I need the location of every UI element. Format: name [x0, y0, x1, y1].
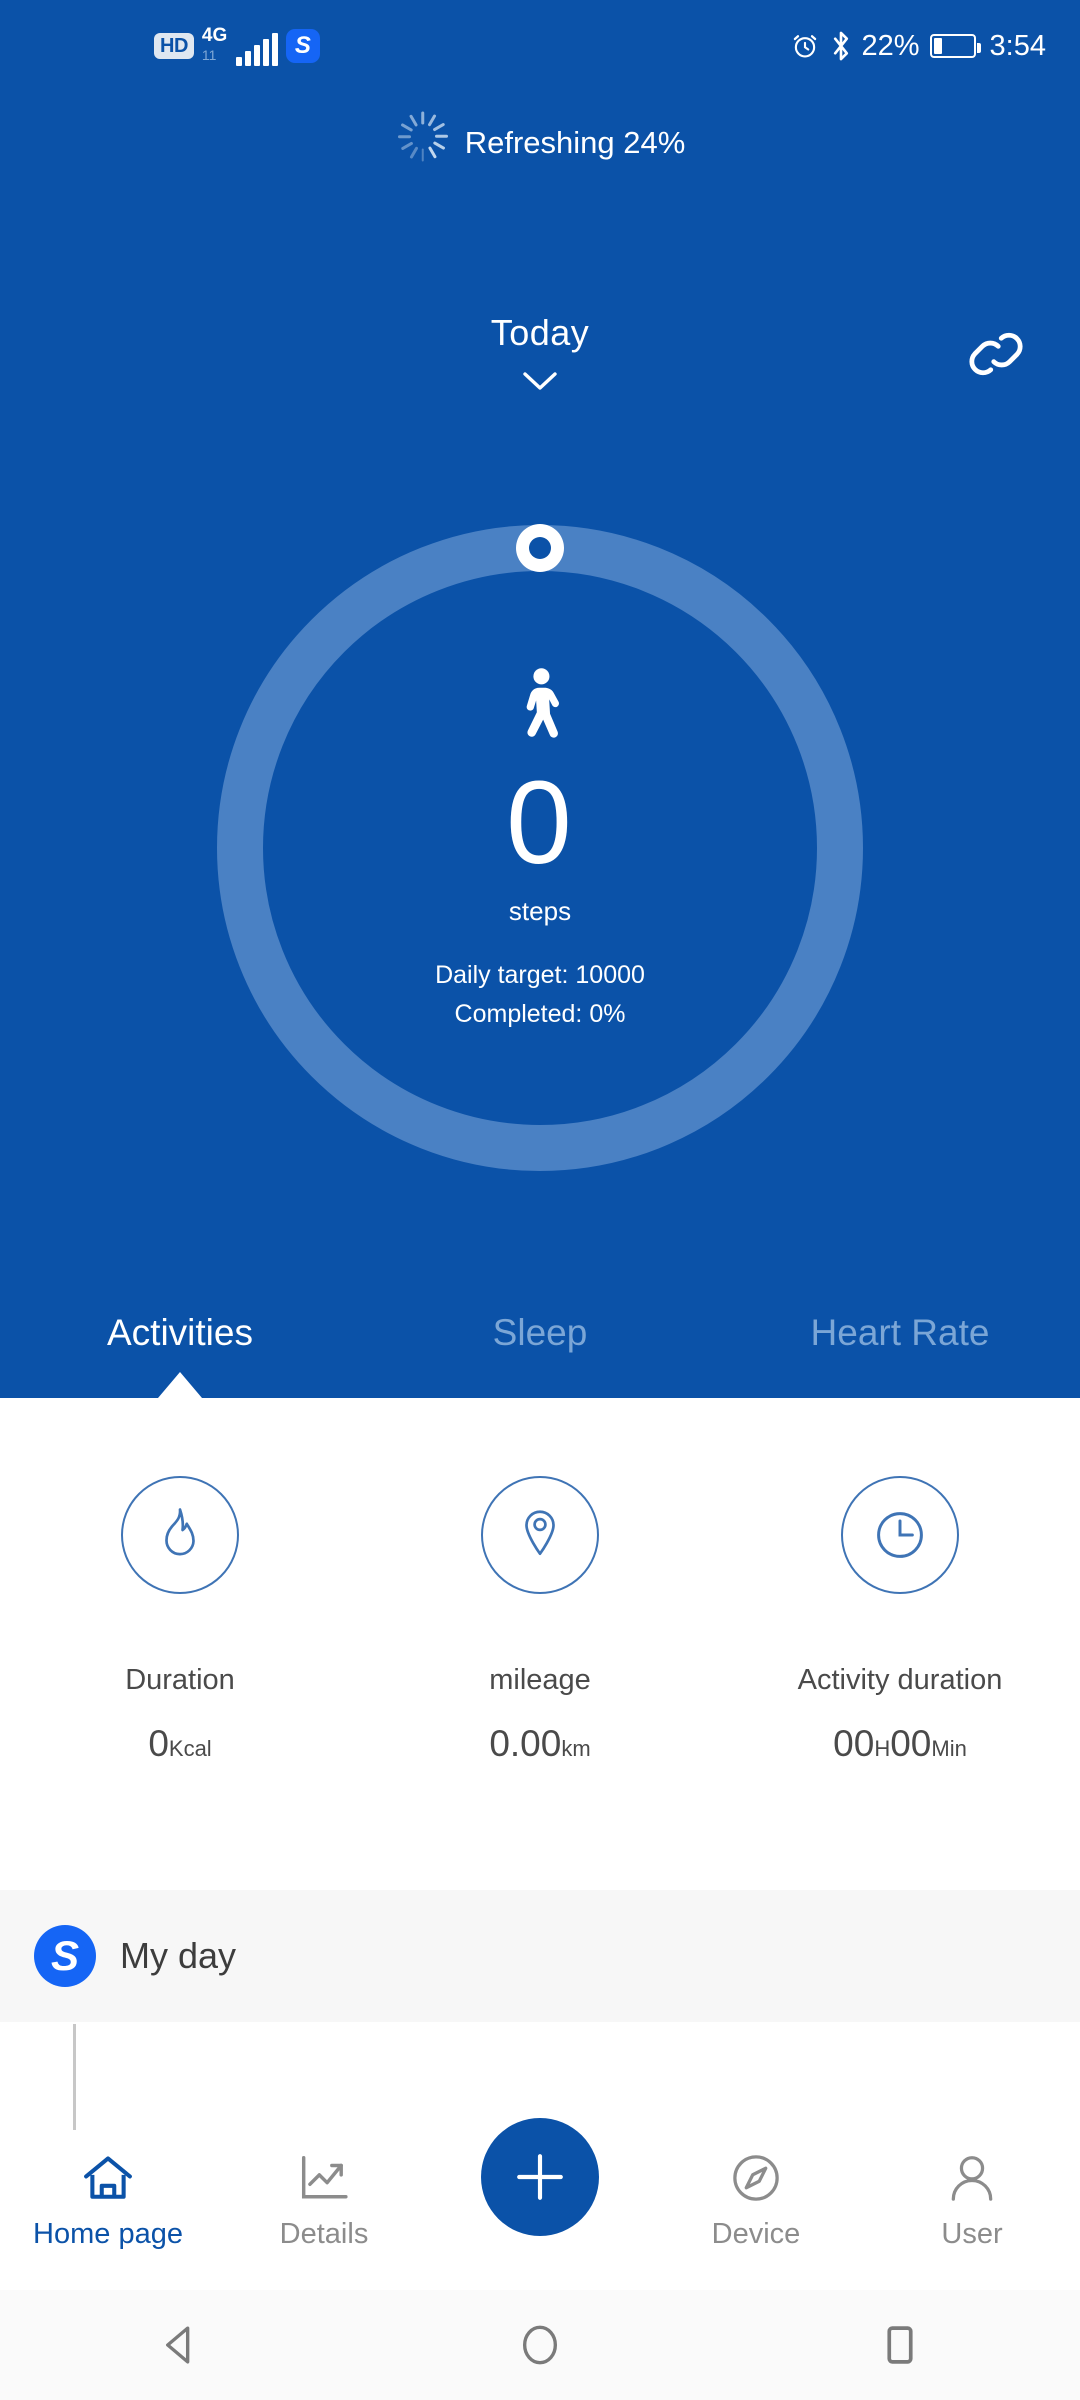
battery-percent-label: 22%	[861, 29, 920, 62]
home-circle-icon[interactable]	[480, 2290, 600, 2400]
nav-item-user-label: User	[941, 2218, 1003, 2250]
stat-mileage-label: mileage	[489, 1664, 591, 1696]
tab-heart-rate-label: Heart Rate	[810, 1312, 990, 1353]
my-day-label: My day	[120, 1935, 237, 1976]
battery-icon	[929, 34, 981, 58]
tab-activities[interactable]: Activities	[0, 1312, 360, 1398]
tab-sleep-label: Sleep	[492, 1312, 588, 1353]
daily-target-label: Daily target: 10000	[435, 960, 645, 989]
hero-panel: HD 4G 11 S 22% 3:54 Refreshing 24% Today…	[0, 0, 1080, 1398]
stat-minutes-unit: Min	[931, 1736, 967, 1761]
signal-icon: 4G 11	[202, 26, 278, 66]
refresh-label: Refreshing 24%	[464, 125, 686, 160]
nav-item-details-label: Details	[279, 2218, 369, 2250]
stat-mileage[interactable]: mileage 0.00km	[360, 1398, 720, 1878]
clock-label: 3:54	[989, 29, 1046, 62]
stat-calories-number: 0	[148, 1723, 169, 1764]
stat-calories-value: 0Kcal	[148, 1723, 211, 1765]
nav-item-device-label: Device	[711, 2218, 801, 2250]
chart-line-icon	[295, 2152, 353, 2204]
stat-hours-number: 00	[833, 1723, 875, 1764]
stat-mileage-unit: km	[561, 1736, 591, 1761]
network-type-label: 4G	[201, 25, 228, 46]
loading-spinner-icon	[395, 111, 451, 171]
location-pin-icon-circle	[481, 1476, 599, 1594]
stat-mileage-value: 0.00km	[489, 1723, 590, 1765]
tab-activities-label: Activities	[107, 1312, 253, 1353]
android-system-nav	[0, 2290, 1080, 2400]
stat-activity-duration-value: 00H00Min	[833, 1723, 967, 1765]
my-day-row[interactable]: S My day	[0, 1890, 1080, 2022]
bluetooth-icon	[833, 31, 848, 61]
phone-screen: HD 4G 11 S 22% 3:54 Refreshing 24% Today…	[0, 0, 1080, 2400]
add-button[interactable]	[481, 2118, 599, 2236]
clock-icon	[877, 1512, 923, 1558]
location-pin-icon	[525, 1510, 555, 1556]
stat-minutes-number: 00	[890, 1723, 932, 1764]
clock-icon-circle	[841, 1476, 959, 1594]
app-logo-icon: S	[34, 1925, 96, 1987]
step-summary: 0 steps Daily target: 10000 Completed: 0…	[0, 498, 1080, 1198]
status-bar-right: 22% 3:54	[790, 0, 1046, 92]
stat-hours-unit: H	[874, 1736, 891, 1761]
bottom-navigation: Home page Details Device User	[0, 2118, 1080, 2290]
home-icon	[79, 2152, 137, 2204]
step-progress-ring[interactable]: 0 steps Daily target: 10000 Completed: 0…	[0, 498, 1080, 1198]
nav-item-details[interactable]: Details	[216, 2130, 432, 2251]
status-bar: HD 4G 11 S 22% 3:54	[0, 0, 1080, 92]
flame-icon	[165, 1508, 195, 1556]
status-bar-left: HD 4G 11 S	[154, 0, 320, 92]
timeline-divider	[73, 2024, 76, 2130]
refresh-status: Refreshing 24%	[0, 108, 1080, 178]
tab-active-indicator	[158, 1372, 202, 1398]
stat-calories[interactable]: Duration 0Kcal	[0, 1398, 360, 1878]
stat-activity-duration-label: Activity duration	[797, 1664, 1003, 1696]
chevron-down-icon[interactable]	[523, 372, 557, 390]
date-label: Today	[490, 312, 590, 353]
metric-tabs: Activities Sleep Heart Rate	[0, 1268, 1080, 1398]
chain-link-icon[interactable]	[960, 318, 1032, 390]
person-icon	[943, 2152, 1001, 2204]
back-triangle-icon[interactable]	[120, 2290, 240, 2400]
date-selector[interactable]: Today	[0, 312, 1080, 395]
tab-sleep[interactable]: Sleep	[360, 1312, 720, 1354]
hd-icon: HD	[154, 33, 194, 59]
plus-icon	[517, 2154, 563, 2200]
stat-mileage-number: 0.00	[489, 1723, 562, 1764]
flame-icon-circle	[121, 1476, 239, 1594]
stat-activity-duration[interactable]: Activity duration 00H00Min	[720, 1398, 1080, 1878]
nav-item-user[interactable]: User	[864, 2130, 1080, 2251]
walking-person-icon	[526, 668, 559, 739]
stat-calories-label: Duration	[125, 1664, 235, 1696]
app-notification-icon: S	[285, 29, 320, 63]
recents-square-icon[interactable]	[840, 2290, 960, 2400]
completed-label: Completed: 0%	[454, 999, 626, 1028]
step-count-unit: steps	[508, 895, 572, 926]
signal-bars-icon	[235, 33, 278, 66]
nav-item-device[interactable]: Device	[648, 2130, 864, 2251]
tab-heart-rate[interactable]: Heart Rate	[720, 1312, 1080, 1354]
nav-item-home[interactable]: Home page	[0, 2130, 216, 2251]
stat-calories-unit: Kcal	[168, 1736, 212, 1761]
activity-stats: Duration 0Kcal mileage 0.00km Activity d…	[0, 1398, 1080, 1878]
compass-icon	[727, 2152, 785, 2204]
nav-item-home-label: Home page	[33, 2218, 183, 2250]
alarm-clock-icon	[793, 35, 816, 58]
network-sub-label: 11	[201, 47, 217, 63]
step-count-value: 0	[506, 757, 574, 890]
